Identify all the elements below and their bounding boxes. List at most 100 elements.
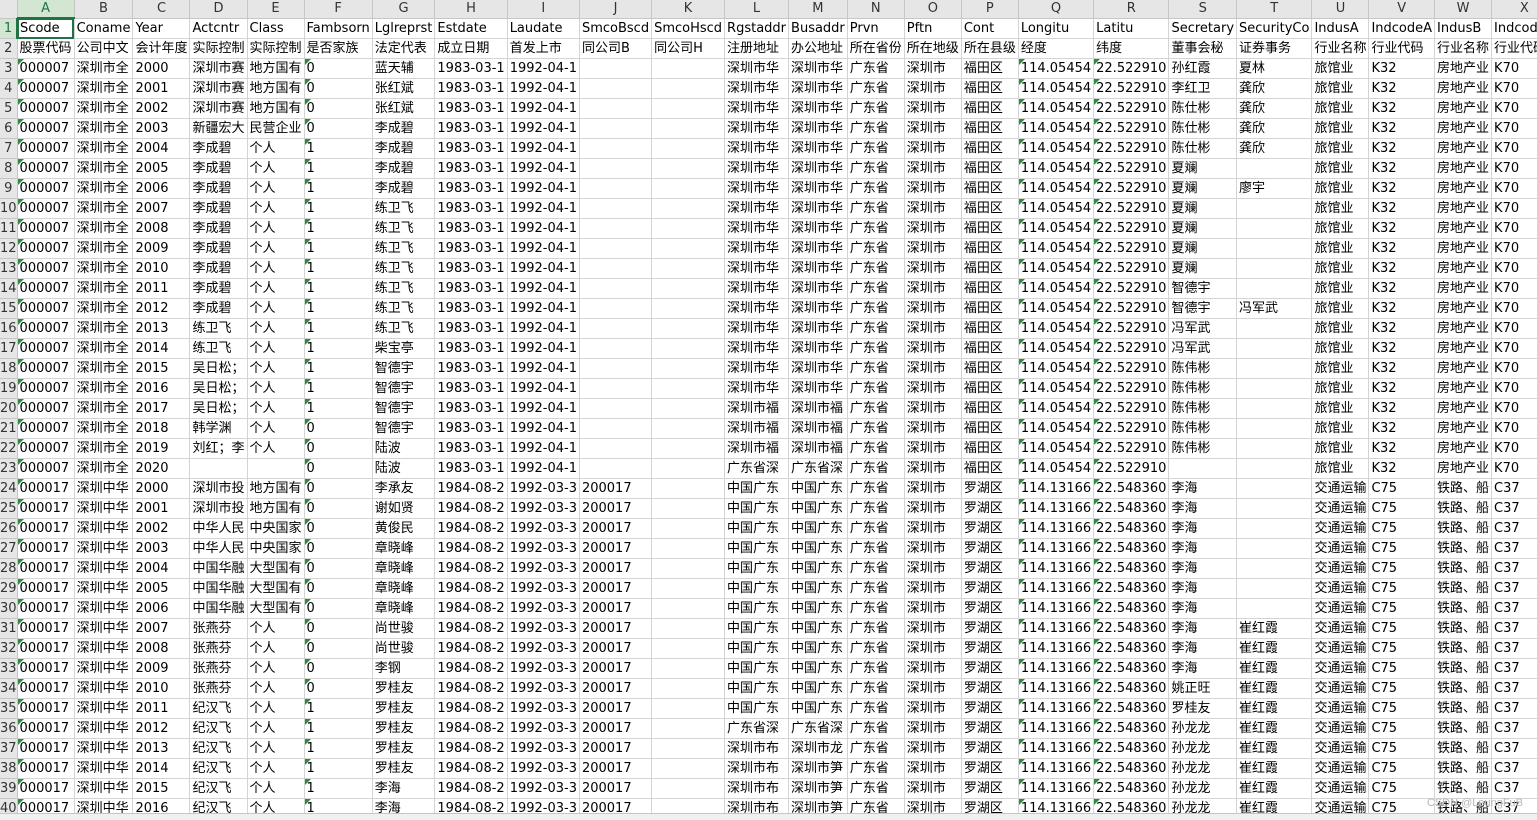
cell[interactable]: 2020 [132, 458, 191, 479]
cell[interactable] [579, 258, 653, 279]
cell[interactable] [579, 218, 653, 239]
cell[interactable] [651, 98, 726, 119]
cell[interactable]: 福田区 [961, 238, 1019, 259]
cell[interactable]: 深圳市 [904, 378, 962, 399]
cell[interactable]: 所在省份 [847, 38, 905, 59]
cell[interactable]: 22.548360 [1093, 498, 1170, 519]
cell[interactable]: 2018 [132, 418, 191, 439]
cell[interactable]: 张红斌 [372, 98, 436, 119]
row-header[interactable]: 37 [0, 738, 18, 759]
cell[interactable]: 广东省 [847, 258, 905, 279]
cell[interactable]: IndusA [1311, 18, 1370, 39]
cell[interactable]: 1992-03-3 [507, 738, 580, 759]
cell[interactable]: 2001 [132, 78, 191, 99]
cell[interactable]: 个人 [247, 798, 305, 813]
cell[interactable]: 0 [304, 458, 373, 479]
cell[interactable]: 大型国有 [247, 558, 305, 579]
cell[interactable]: K70 [1491, 278, 1537, 299]
cell[interactable]: 2003 [132, 118, 191, 139]
cell[interactable]: 法定代表 [372, 38, 436, 59]
cell[interactable]: 1 [304, 278, 373, 299]
cell[interactable]: 姚正旺 [1168, 678, 1238, 699]
cell[interactable]: 22.522910 [1093, 178, 1170, 199]
cell[interactable]: 铁路、船 [1434, 598, 1493, 619]
cell[interactable]: 深圳中华 [74, 678, 134, 699]
cell[interactable]: K70 [1491, 118, 1537, 139]
cell[interactable]: K32 [1368, 278, 1436, 299]
cell[interactable]: 22.522910 [1093, 418, 1170, 439]
cell[interactable]: 中国广东 [788, 478, 848, 499]
cell[interactable]: 罗湖区 [961, 718, 1019, 739]
cell[interactable]: 2017 [132, 398, 191, 419]
cell[interactable]: 2012 [132, 298, 191, 319]
cell[interactable]: 2015 [132, 778, 191, 799]
cell[interactable]: 交通运输 [1311, 798, 1370, 813]
cell[interactable]: 中国广东 [724, 558, 790, 579]
cell[interactable]: 旅馆业 [1311, 358, 1370, 379]
cell[interactable]: 1983-03-1 [434, 298, 508, 319]
cell[interactable]: 崔红霞 [1236, 618, 1313, 639]
cell[interactable]: 1992-04-1 [507, 218, 580, 239]
cell[interactable]: 0 [304, 618, 373, 639]
cell[interactable]: C37 [1491, 558, 1537, 579]
cell[interactable]: 所在地级 [904, 38, 962, 59]
cell[interactable]: 地方国有 [247, 58, 305, 79]
cell[interactable]: 114.13166 [1018, 638, 1095, 659]
cell[interactable]: 崔红霞 [1236, 778, 1313, 799]
row-header[interactable]: 38 [0, 758, 18, 779]
cell[interactable]: 同公司H [651, 38, 726, 59]
cell[interactable]: 练卫飞 [372, 298, 436, 319]
cell[interactable]: 房地产业 [1434, 238, 1493, 259]
cell[interactable]: 铁路、船 [1434, 718, 1493, 739]
cell[interactable]: 练卫飞 [372, 198, 436, 219]
cell[interactable]: 个人 [247, 738, 305, 759]
cell[interactable]: 200017 [579, 658, 653, 679]
cell[interactable]: 冯军武 [1168, 318, 1238, 339]
cell[interactable]: 中国广东 [724, 578, 790, 599]
cell[interactable]: C75 [1368, 738, 1436, 759]
cell[interactable]: 吴日松； [189, 398, 248, 419]
cell[interactable]: 200017 [579, 638, 653, 659]
cell[interactable]: 深圳市全 [74, 398, 134, 419]
cell[interactable]: 114.13166 [1018, 598, 1095, 619]
cell[interactable]: 000007 [17, 218, 75, 239]
cell[interactable]: 广东省 [847, 418, 905, 439]
cell[interactable]: 1992-03-3 [507, 778, 580, 799]
cell[interactable]: 1992-04-1 [507, 338, 580, 359]
cell[interactable]: 个人 [247, 778, 305, 799]
cell[interactable]: 22.548360 [1093, 518, 1170, 539]
cell[interactable]: 1992-03-3 [507, 518, 580, 539]
cell[interactable] [651, 638, 726, 659]
cell[interactable]: 练卫飞 [372, 258, 436, 279]
cell[interactable]: 刘红；李 [189, 438, 248, 459]
cell[interactable] [579, 458, 653, 479]
cell[interactable]: K70 [1491, 238, 1537, 259]
cell[interactable]: 深圳市华 [788, 158, 848, 179]
cell[interactable]: C75 [1368, 478, 1436, 499]
cell[interactable]: 崔红霞 [1236, 798, 1313, 813]
cell[interactable]: 陈伟彬 [1168, 418, 1238, 439]
cell[interactable]: 000017 [17, 558, 75, 579]
cell[interactable]: 李海 [1168, 518, 1238, 539]
cell[interactable]: 深圳市赛 [189, 98, 248, 119]
cell[interactable]: 22.522910 [1093, 238, 1170, 259]
cell[interactable]: 李海 [1168, 638, 1238, 659]
cell[interactable]: 1992-04-1 [507, 78, 580, 99]
row-header[interactable]: 15 [0, 298, 18, 319]
cell[interactable]: C37 [1491, 498, 1537, 519]
cell[interactable]: 智德宇 [372, 378, 436, 399]
cell[interactable]: 房地产业 [1434, 58, 1493, 79]
cell[interactable]: 旅馆业 [1311, 58, 1370, 79]
cell[interactable]: K70 [1491, 358, 1537, 379]
cell[interactable]: 李成碧 [189, 218, 248, 239]
cell[interactable] [579, 398, 653, 419]
cell[interactable]: 000007 [17, 198, 75, 219]
cell[interactable] [1236, 258, 1313, 279]
cell[interactable]: 夏斓 [1168, 178, 1238, 199]
cell[interactable]: 1 [304, 738, 373, 759]
cell[interactable]: 2016 [132, 798, 191, 813]
cell[interactable]: C75 [1368, 778, 1436, 799]
cell[interactable]: 夏斓 [1168, 238, 1238, 259]
cell[interactable]: K70 [1491, 178, 1537, 199]
column-header-x[interactable]: X [1491, 0, 1537, 19]
